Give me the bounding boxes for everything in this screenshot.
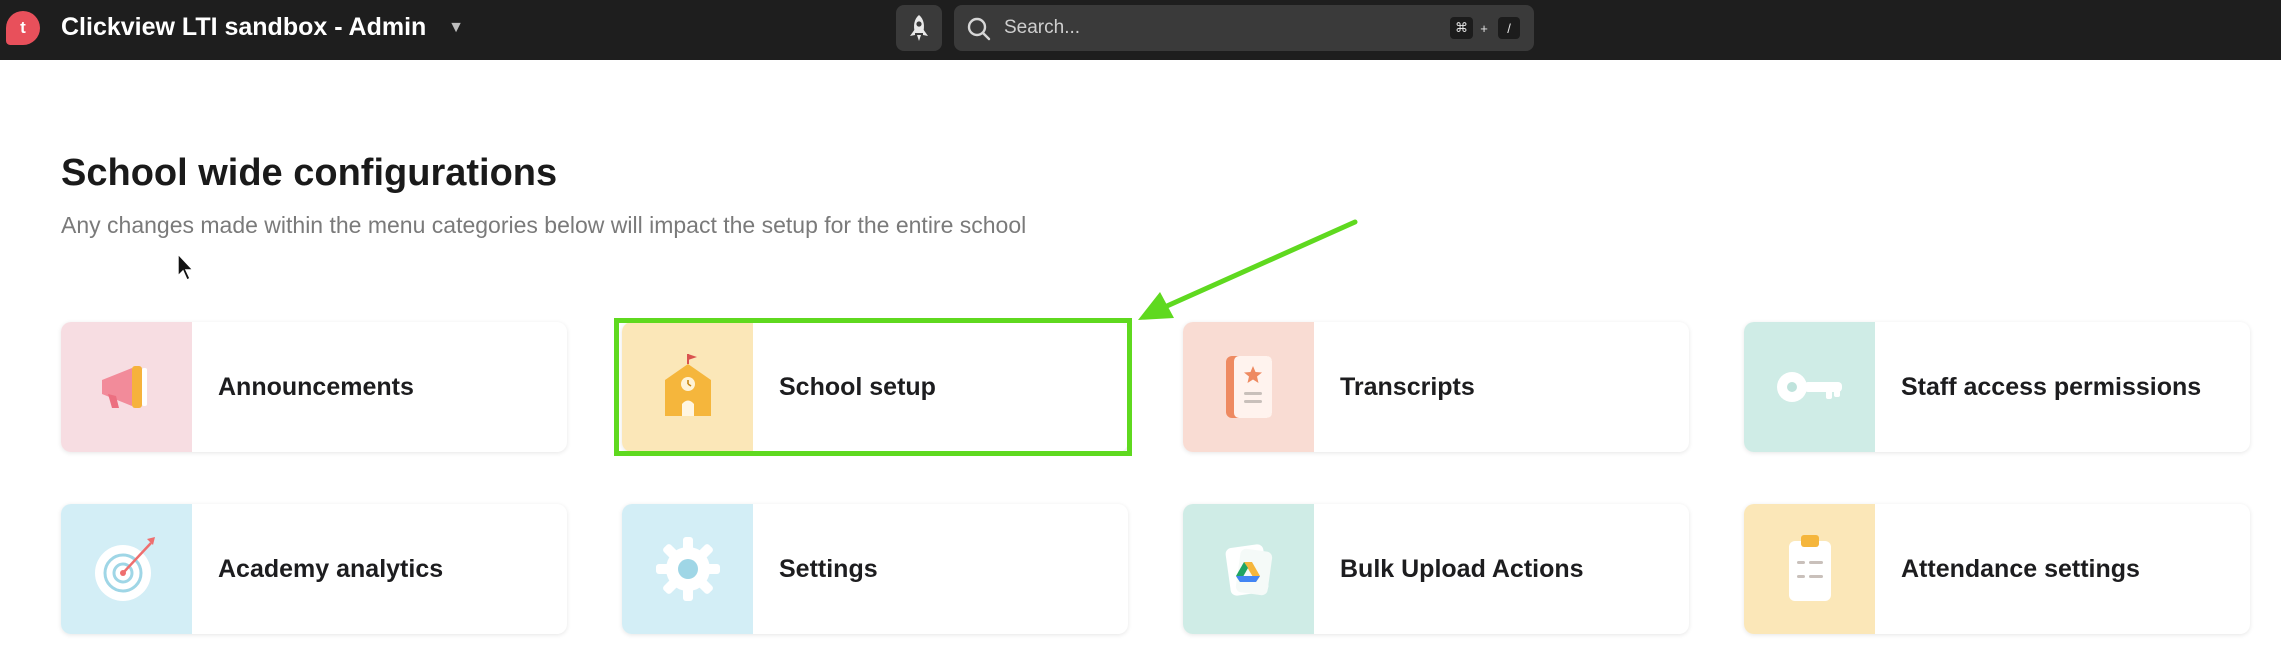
card-transcripts[interactable]: Transcripts — [1183, 322, 1689, 452]
page-title: School wide configurations — [61, 152, 558, 194]
card-label: Staff access permissions — [1901, 372, 2202, 401]
card-label: Attendance settings — [1901, 554, 2140, 583]
card-announcements[interactable]: Announcements — [61, 322, 567, 452]
card-label: Settings — [779, 554, 878, 583]
card-bulk-upload-actions[interactable]: Bulk Upload Actions — [1183, 504, 1689, 634]
shortcut-plus: + — [1480, 20, 1488, 36]
target-icon — [61, 504, 192, 634]
chevron-down-icon[interactable]: ▼ — [444, 16, 468, 40]
shortcut-key-slash: / — [1498, 17, 1520, 39]
mouse-cursor-icon — [177, 252, 195, 281]
card-school-setup[interactable]: School setup — [622, 322, 1128, 452]
shortcut-key-command: ⌘ — [1450, 17, 1473, 39]
cloud-drive-icon — [1183, 504, 1314, 634]
search-icon — [967, 17, 991, 41]
arrow-icon — [1138, 219, 1358, 320]
gear-icon — [622, 504, 753, 634]
card-label: Bulk Upload Actions — [1340, 554, 1584, 583]
card-label: School setup — [779, 372, 936, 401]
rocket-icon — [910, 15, 928, 41]
card-label: Academy analytics — [218, 554, 444, 583]
page-subtitle: Any changes made within the menu categor… — [61, 212, 1027, 238]
rocket-button[interactable] — [896, 5, 942, 51]
logo-letter: t — [20, 18, 26, 37]
card-settings[interactable]: Settings — [622, 504, 1128, 634]
card-label: Announcements — [218, 372, 414, 401]
megaphone-icon — [61, 322, 192, 452]
top-bar: t Clickview LTI sandbox - Admin ▼ ⌘ + / — [0, 0, 2281, 60]
card-label: Transcripts — [1340, 372, 1475, 401]
school-building-icon — [622, 322, 753, 452]
card-attendance-settings[interactable]: Attendance settings — [1744, 504, 2250, 634]
key-icon — [1744, 322, 1875, 452]
app-title[interactable]: Clickview LTI sandbox - Admin — [61, 13, 426, 42]
search-input[interactable] — [1004, 13, 1384, 43]
card-academy-analytics[interactable]: Academy analytics — [61, 504, 567, 634]
clipboard-icon — [1744, 504, 1875, 634]
transcript-book-icon — [1183, 322, 1314, 452]
app-logo[interactable]: t — [6, 11, 40, 45]
card-staff-access-permissions[interactable]: Staff access permissions — [1744, 322, 2250, 452]
search-bar[interactable]: ⌘ + / — [954, 5, 1534, 51]
